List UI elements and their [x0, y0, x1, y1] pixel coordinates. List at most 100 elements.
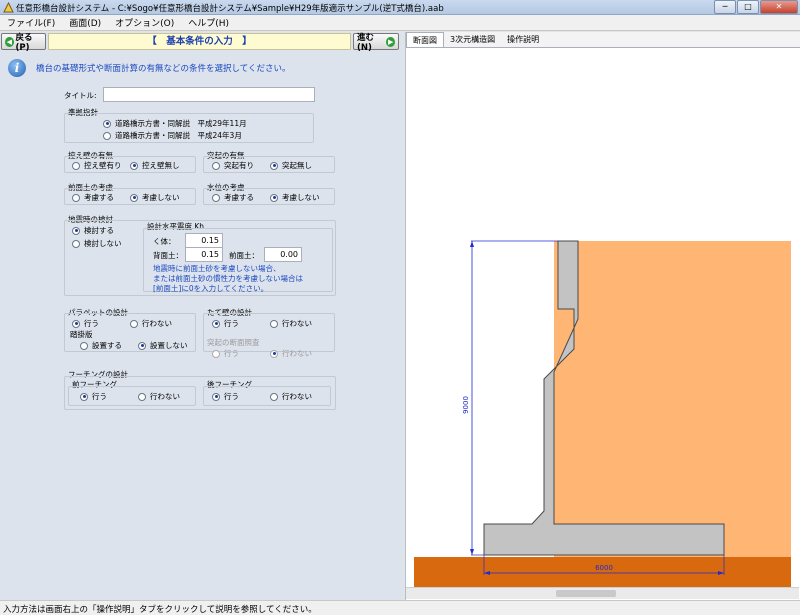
radio-icon	[103, 131, 111, 140]
kh-body-label: く体：	[153, 237, 176, 246]
radio-icon	[103, 119, 111, 128]
height-arrow-bottom	[470, 549, 474, 555]
option-label: 行う	[224, 392, 239, 401]
menu-file[interactable]: ファイル(F)	[0, 16, 62, 29]
radio-icon	[270, 349, 278, 358]
vertical-wall-do[interactable]: 行う	[212, 318, 239, 329]
foundation-ground	[414, 557, 791, 587]
projection-yes[interactable]: 突起有り	[212, 160, 254, 171]
option-label: 行う	[84, 319, 99, 328]
standard-option-h29[interactable]: 道路橋示方書・同解説 平成29年11月	[103, 118, 247, 129]
next-arrow-icon: ▶	[386, 36, 395, 47]
option-label: 考慮する	[84, 193, 114, 202]
nav-toolbar: ◀ 戻る(P) 【 基本条件の入力 】 進む(N) ▶	[0, 32, 401, 53]
vertical-wall-dont[interactable]: 行わない	[270, 318, 312, 329]
minimize-button[interactable]: ─	[714, 0, 736, 14]
radio-icon	[212, 392, 220, 401]
option-label: 行わない	[282, 349, 312, 358]
info-icon: i	[8, 59, 26, 77]
front-footing-dont[interactable]: 行わない	[138, 391, 180, 402]
maximize-button[interactable]: □	[737, 0, 759, 14]
standard-option-h24[interactable]: 道路橋示方書・同解説 平成24年3月	[103, 130, 242, 141]
parapet-do[interactable]: 行う	[72, 318, 99, 329]
option-label: 設置する	[92, 341, 122, 350]
next-button-label: 進む(N)	[357, 32, 375, 53]
radio-icon	[212, 319, 220, 328]
menu-view[interactable]: 画面(D)	[62, 16, 108, 29]
app-icon	[3, 2, 14, 13]
front-footing-do[interactable]: 行う	[80, 391, 107, 402]
projection-check-do[interactable]: 行う	[212, 348, 239, 359]
rear-footing-do[interactable]: 行う	[212, 391, 239, 402]
front-soil-ignore[interactable]: 考慮しない	[130, 192, 180, 203]
option-label: 行う	[92, 392, 107, 401]
option-label: 控え壁無し	[142, 161, 180, 170]
width-dimension: 6000	[595, 564, 613, 572]
seismic-note-1: 地震時に前面土砂を考慮しない場合、	[153, 264, 281, 273]
option-label: 行わない	[150, 392, 180, 401]
option-label: 行わない	[142, 319, 172, 328]
radio-icon	[72, 319, 80, 328]
page-title: 【 基本条件の入力 】	[48, 33, 351, 50]
seismic-note-3: [前面土]に0を入力してください。	[153, 284, 269, 293]
radio-icon	[72, 161, 80, 170]
projection-no[interactable]: 突起無し	[270, 160, 312, 171]
status-bar: 入力方法は画面右上の「操作説明」タブをクリックして説明を参照してください。	[0, 600, 800, 615]
radio-icon	[80, 341, 88, 350]
close-button[interactable]: ✕	[760, 0, 798, 14]
seismic-note-2: または前面土砂の慣性力を考慮しない場合は	[153, 274, 303, 283]
window-controls: ─ □ ✕	[713, 0, 798, 14]
option-label: 考慮する	[224, 193, 254, 202]
radio-icon	[270, 161, 278, 170]
drawing-pane: 断面図 3次元構造図 操作説明 9000 6000	[405, 32, 800, 600]
seismic-check[interactable]: 検討する	[72, 225, 114, 236]
radio-icon	[130, 193, 138, 202]
parapet-dont[interactable]: 行わない	[130, 318, 172, 329]
water-level-ignore[interactable]: 考慮しない	[270, 192, 320, 203]
rear-footing-dont[interactable]: 行わない	[270, 391, 312, 402]
projection-check-dont[interactable]: 行わない	[270, 348, 312, 359]
water-level-consider[interactable]: 考慮する	[212, 192, 254, 203]
kh-back-soil-label: 背面土：	[153, 251, 183, 260]
info-text: 橋台の基礎形式や断面計算の有無などの条件を選択してください。	[36, 64, 291, 74]
next-button[interactable]: 進む(N) ▶	[353, 32, 399, 53]
approach-slab-install[interactable]: 設置する	[80, 340, 122, 351]
title-bar: 任意形橋台設計システム - C:¥Sogo¥任意形橋台設計システム¥Sample…	[0, 0, 800, 15]
radio-icon	[130, 319, 138, 328]
horizontal-scrollbar[interactable]	[406, 587, 799, 599]
title-input[interactable]	[103, 87, 315, 102]
seismic-no-check[interactable]: 検討しない	[72, 238, 122, 249]
option-label: 突起有り	[224, 161, 254, 170]
radio-icon	[80, 392, 88, 401]
tab-section[interactable]: 断面図	[406, 32, 444, 47]
radio-icon	[138, 341, 146, 350]
tab-help[interactable]: 操作説明	[501, 32, 545, 47]
kh-front-soil-input[interactable]: 0.00	[264, 247, 302, 262]
kh-back-soil-input[interactable]: 0.15	[185, 247, 223, 262]
window-title: 任意形橋台設計システム - C:¥Sogo¥任意形橋台設計システム¥Sample…	[16, 4, 444, 14]
menu-help[interactable]: ヘルプ(H)	[181, 16, 236, 29]
retaining-wall-no[interactable]: 控え壁無し	[130, 160, 180, 171]
retaining-wall-yes[interactable]: 控え壁有り	[72, 160, 122, 171]
approach-slab-none[interactable]: 設置しない	[138, 340, 188, 351]
option-label: 検討する	[84, 226, 114, 235]
radio-icon	[72, 193, 80, 202]
radio-icon	[270, 392, 278, 401]
option-label: 行う	[224, 319, 239, 328]
tab-3d[interactable]: 3次元構造図	[444, 32, 501, 47]
title-label: タイトル:	[64, 91, 97, 100]
radio-icon	[270, 319, 278, 328]
option-label: 行わない	[282, 392, 312, 401]
section-drawing: 9000 6000	[414, 240, 791, 587]
scroll-thumb[interactable]	[556, 590, 616, 597]
back-button[interactable]: ◀ 戻る(P)	[1, 33, 46, 53]
menu-options[interactable]: オプション(O)	[108, 16, 181, 29]
info-message: i 橋台の基礎形式や断面計算の有無などの条件を選択してください。	[8, 59, 398, 79]
front-soil-consider[interactable]: 考慮する	[72, 192, 114, 203]
kh-body-input[interactable]: 0.15	[185, 233, 223, 248]
backfill-soil	[554, 241, 791, 557]
option-label: 考慮しない	[142, 193, 180, 202]
radio-icon	[130, 161, 138, 170]
status-text: 入力方法は画面右上の「操作説明」タブをクリックして説明を参照してください。	[3, 605, 317, 615]
radio-icon	[212, 161, 220, 170]
